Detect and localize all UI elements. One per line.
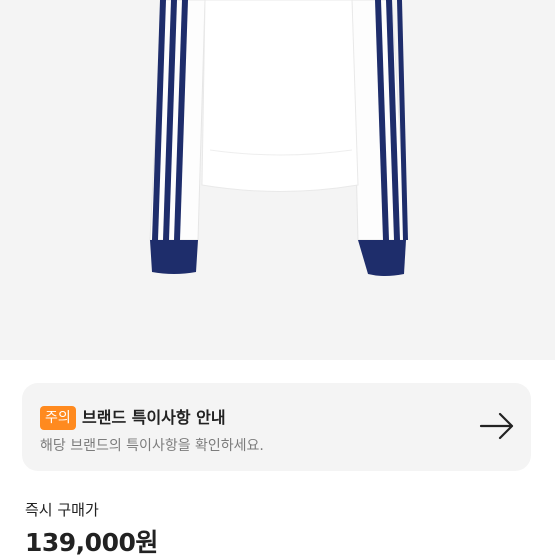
notice-title: 브랜드 특이사항 안내 [82,408,226,427]
notice-description: 해당 브랜드의 특이사항을 확인하세요. [40,438,264,454]
instant-buy-price: 139,000원 [25,528,158,557]
arrow-right-icon[interactable] [479,411,515,441]
shirt-illustration [149,0,408,276]
caution-badge: 주의 [40,406,76,430]
brand-notice-card[interactable]: 주의 브랜드 특이사항 안내 해당 브랜드의 특이사항을 확인하세요. [22,383,531,471]
product-image [0,0,555,360]
instant-buy-label: 즉시 구매가 [25,501,99,519]
